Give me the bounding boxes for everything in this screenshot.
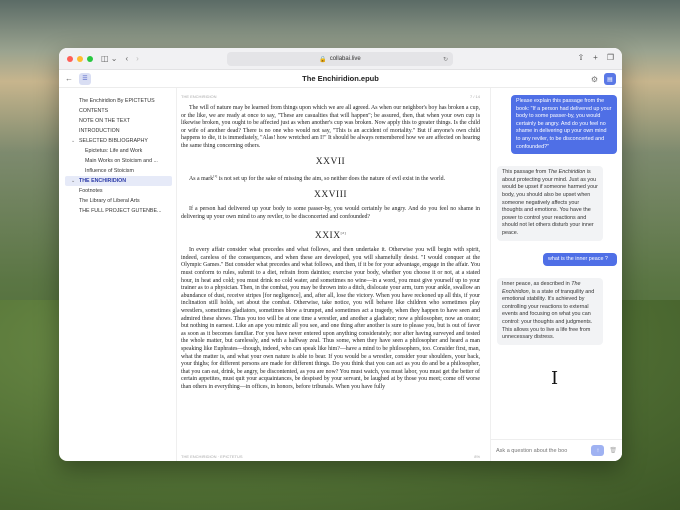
message-text: Inner peace, as described in <box>502 281 572 288</box>
message-text: This passage from <box>502 169 548 176</box>
browser-actions: ⇧ + ❐ <box>577 53 614 62</box>
chat-panel: Please explain this passage from the boo… <box>490 88 622 461</box>
toc-item[interactable]: Footnotes <box>65 186 172 196</box>
toc-item-label: Epictetus: Life and Work <box>85 148 143 154</box>
send-icon: ↑ <box>596 447 600 454</box>
trash-icon[interactable]: 🗑 <box>609 447 617 454</box>
zoom-window-button[interactable] <box>87 55 93 62</box>
chat-input[interactable] <box>496 447 589 454</box>
chat-icon: ▤ <box>607 76 613 83</box>
paragraph: The will of nature may be learned from t… <box>181 105 480 149</box>
toc-item-label: Footnotes <box>79 188 103 194</box>
toc-item-label: SELECTED BIBLIOGRAPHY <box>79 138 148 144</box>
toc-item[interactable]: ⌄ THE ENCHIRIDION <box>65 176 172 186</box>
share-icon[interactable]: ⇧ <box>577 53 584 62</box>
refresh-icon[interactable]: ↻ <box>443 56 448 63</box>
progress-indicator: 8% <box>474 454 480 459</box>
reader-header: THE ENCHIRIDION 7 / 14 <box>181 94 480 99</box>
page-indicator: 7 / 14 <box>469 94 480 99</box>
send-button[interactable]: ↑ <box>591 445 605 456</box>
app-body: The Enchiridion By EPICTETUS CONTENTS NOTE… <box>59 88 622 461</box>
toc-item[interactable]: INTRODUCTION <box>65 126 172 136</box>
new-tab-icon[interactable]: + <box>593 53 598 62</box>
toc-item[interactable]: NOTE ON THE TEXT <box>65 116 172 126</box>
chevron-down-icon[interactable]: ⌄ <box>71 176 75 186</box>
app-header-actions: ⚙ ▤ <box>591 73 616 85</box>
toc-item-label: NOTE ON THE TEXT <box>79 118 131 124</box>
back-icon[interactable]: ‹ <box>125 54 128 63</box>
sidebar-icon: ☰ <box>82 76 88 82</box>
lock-icon: 🔒 <box>319 56 327 63</box>
toc-item[interactable]: Influence of Stoicism <box>65 166 172 176</box>
chapter-heading-text: XXIX <box>314 230 341 241</box>
user-message: what is the inner peace ? <box>543 252 617 267</box>
tabs-icon[interactable]: ❐ <box>607 53 614 62</box>
assistant-message: This passage from The Enchiridion is abo… <box>497 166 603 241</box>
chat-toggle-button[interactable]: ▤ <box>604 73 616 85</box>
toc-item[interactable]: CONTENTS <box>65 106 172 116</box>
paragraph: As a mark[1] is not set up for the sake … <box>181 173 480 184</box>
toc-item[interactable]: The Enchiridion By EPICTETUS <box>65 96 172 106</box>
address-bar-text: collabai.live <box>329 56 361 62</box>
back-icon[interactable]: ← <box>65 74 73 83</box>
paragraph: If a person had delivered up your body t… <box>181 206 480 220</box>
chevron-down-icon[interactable]: ⌄ <box>71 136 75 146</box>
table-of-contents: The Enchiridion By EPICTETUS CONTENTS NOTE… <box>59 88 177 461</box>
user-message: Please explain this passage from the boo… <box>511 95 617 155</box>
footnote-link[interactable]: [2] <box>341 231 347 235</box>
app-header: ← ☰ The Enchiridion.epub ⚙ ▤ <box>59 70 622 88</box>
book-title: The Enchiridion.epub <box>302 74 379 83</box>
book-text: The will of nature may be learned from t… <box>181 105 480 392</box>
toc-item[interactable]: The Library of Liberal Arts <box>65 196 172 206</box>
toc-toggle-button[interactable]: ☰ <box>79 72 91 85</box>
toc-item-label: The Library of Liberal Arts <box>79 198 140 204</box>
window-controls <box>67 55 93 62</box>
close-window-button[interactable] <box>67 55 73 62</box>
forward-icon[interactable]: › <box>136 54 139 63</box>
minimize-window-button[interactable] <box>77 55 83 62</box>
toc-item-label: CONTENTS <box>79 108 109 114</box>
sidebar-icon[interactable]: ◫ ⌄ <box>101 54 117 63</box>
toc-item-label: The Enchiridion By EPICTETUS <box>79 98 155 104</box>
toc-item[interactable]: THE FULL PROJECT GUTENBE... <box>65 206 172 216</box>
toc-item-label: THE ENCHIRIDION <box>79 178 127 184</box>
toc-item-label: Main Works on Stoicism and ... <box>85 158 158 164</box>
chapter-heading: XXVIII <box>313 189 348 200</box>
assistant-message: Inner peace, as described in The Enchiri… <box>497 278 603 345</box>
gear-icon[interactable]: ⚙ <box>591 75 598 84</box>
reader-footer: THE ENCHIRIDION · EPICTETUS 8% <box>181 454 480 459</box>
book-title-italic: The Enchiridion <box>547 169 586 176</box>
reader-pane[interactable]: THE ENCHIRIDION 7 / 14 The will of natur… <box>177 88 490 461</box>
toc-item-label: Influence of Stoicism <box>85 168 134 174</box>
toc-item[interactable]: Main Works on Stoicism and ... <box>65 156 172 166</box>
text-cursor-icon: I <box>551 368 559 389</box>
toc-item[interactable]: Epictetus: Life and Work <box>65 146 172 156</box>
running-footer: THE ENCHIRIDION · EPICTETUS <box>181 454 243 459</box>
browser-window: ◫ ⌄ ‹ › 🔒 collabai.live ↻ ⇧ + ❐ ← ☰ The … <box>59 48 622 461</box>
paragraph-text: is not set up for the sake of missing th… <box>217 176 446 183</box>
chat-input-bar: ↑ 🗑 <box>491 439 622 461</box>
toc-item-label: INTRODUCTION <box>79 128 120 134</box>
message-text: is about protecting your mind. Just as y… <box>502 169 598 236</box>
running-header: THE ENCHIRIDION <box>181 94 217 99</box>
paragraph: In every affair consider what precedes a… <box>181 247 480 390</box>
toc-item-label: THE FULL PROJECT GUTENBE... <box>79 208 162 214</box>
toc-item[interactable]: ⌄ SELECTED BIBLIOGRAPHY <box>65 136 172 146</box>
chapter-heading: XXIX[2] <box>181 230 480 241</box>
address-bar[interactable]: 🔒 collabai.live ↻ <box>227 52 453 66</box>
chapter-heading: XXVII <box>315 156 346 167</box>
browser-toolbar: ◫ ⌄ ‹ › 🔒 collabai.live ↻ ⇧ + ❐ <box>59 48 622 70</box>
paragraph-text: As a mark <box>189 176 214 183</box>
message-text: , is a state of tranquility and emotiona… <box>502 288 595 341</box>
